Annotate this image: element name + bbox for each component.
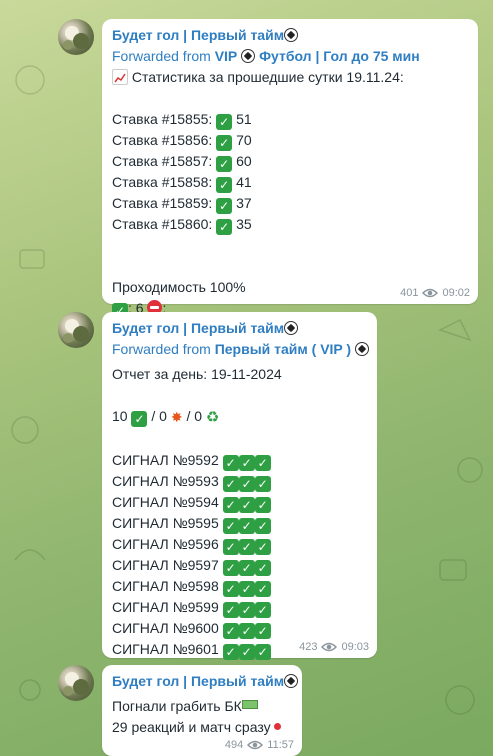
message-line: Погнали грабить БК — [112, 696, 292, 717]
message-time: 09:03 — [341, 641, 369, 653]
report-title: Отчет за день: 19-11-2024 — [112, 366, 282, 382]
message-bubble[interactable]: Будет гол | Первый тайм Forwarded from П… — [102, 312, 377, 660]
check-mark-icon: ✓ — [222, 476, 239, 492]
check-mark-icon: ✓ — [254, 539, 271, 555]
channel-avatar[interactable] — [58, 665, 94, 701]
message-time: 11:57 — [267, 739, 294, 751]
list-item: Ставка #15855: ✓ 51 — [112, 111, 252, 130]
check-mark-icon: ✓ — [238, 623, 255, 639]
list-item: СИГНАЛ №9593 ✓ ✓ ✓ — [112, 471, 367, 492]
check-mark-icon: ✓ — [238, 602, 255, 618]
check-mark-icon: ✓ — [254, 497, 271, 513]
list-item: СИГНАЛ №9596 ✓ ✓ ✓ — [112, 534, 367, 555]
check-mark-icon: ✓ — [238, 539, 255, 555]
check-mark-icon: ✓ — [238, 644, 255, 660]
check-mark-icon: ✓ — [254, 644, 271, 660]
soccer-ball-icon — [284, 674, 299, 688]
message-meta: 423 09:03 — [299, 641, 369, 653]
check-mark-icon: ✓ — [222, 623, 239, 639]
list-item: СИГНАЛ №9598 ✓ ✓ ✓ — [112, 576, 367, 597]
chart-increasing-icon — [112, 69, 128, 85]
sender-name[interactable]: Будет гол | Первый тайм — [112, 318, 367, 339]
list-item: Ставка #15858: ✓ 41 — [112, 174, 252, 193]
list-item: СИГНАЛ №9600 ✓ ✓ ✓ — [112, 618, 367, 639]
bets-list: Ставка #15855: ✓ 51 Ставка #15856: ✓ 70 … — [112, 109, 468, 235]
check-mark-icon: ✓ — [222, 518, 239, 534]
check-mark-icon: ✓ — [254, 476, 271, 492]
check-mark-icon: ✓ — [216, 156, 233, 172]
list-item: СИГНАЛ №9592 ✓ ✓ ✓ — [112, 450, 367, 471]
channel-avatar[interactable] — [58, 19, 94, 55]
check-mark-icon: ✓ — [222, 560, 239, 576]
list-item: Ставка #15860: ✓ 35 — [112, 216, 252, 235]
forward-header[interactable]: Forwarded from Первый тайм ( VIP ) — [112, 339, 369, 360]
view-count: 401 — [400, 287, 419, 299]
check-mark-icon: ✓ — [222, 581, 239, 597]
collision-icon: ✸ — [170, 410, 183, 426]
sender-name[interactable]: Будет гол | Первый тайм — [112, 25, 468, 46]
sender-name[interactable]: Будет гол | Первый тайм — [112, 671, 299, 692]
check-mark-icon: ✓ — [254, 560, 271, 576]
forward-header[interactable]: Forwarded from VIP Футбол | Гол до 75 ми… — [112, 46, 468, 67]
check-mark-icon: ✓ — [254, 602, 271, 618]
check-mark-icon: ✓ — [238, 455, 255, 471]
list-item: СИГНАЛ №9595 ✓ ✓ ✓ — [112, 513, 367, 534]
check-mark-icon: ✓ — [222, 602, 239, 618]
check-mark-icon: ✓ — [254, 455, 271, 471]
eye-icon — [422, 288, 439, 298]
soccer-ball-icon — [284, 321, 299, 335]
channel-avatar[interactable] — [58, 312, 94, 348]
check-mark-icon: ✓ — [238, 560, 255, 576]
check-mark-icon: ✓ — [254, 518, 271, 534]
message-time: 09:02 — [442, 287, 470, 299]
red-circle-icon — [273, 723, 281, 730]
view-count: 494 — [224, 739, 244, 751]
check-mark-icon: ✓ — [216, 198, 233, 214]
recycle-icon: ♻ — [205, 408, 220, 426]
result-counts: 10 ✓ / 0 ✸ / 0 ♻ — [112, 406, 367, 429]
eye-icon — [321, 642, 338, 652]
message-bubble[interactable]: Будет гол | Первый тайм Forwarded from V… — [102, 19, 478, 319]
list-item: СИГНАЛ №9594 ✓ ✓ ✓ — [112, 492, 367, 513]
check-mark-icon: ✓ — [254, 581, 271, 597]
check-mark-icon: ✓ — [216, 177, 233, 193]
check-mark-icon: ✓ — [254, 623, 271, 639]
message-line: 29 реакций и матч сразу — [112, 717, 292, 738]
list-item: СИГНАЛ №9597 ✓ ✓ ✓ — [112, 555, 367, 576]
check-mark-icon: ✓ — [216, 114, 233, 130]
check-mark-icon: ✓ — [222, 455, 239, 471]
soccer-ball-icon — [284, 28, 299, 42]
check-mark-icon: ✓ — [216, 219, 233, 235]
money-icon — [241, 700, 258, 709]
check-mark-icon: ✓ — [222, 539, 239, 555]
signals-list: СИГНАЛ №9592 ✓ ✓ ✓ СИГНАЛ №9593 ✓ ✓ ✓ СИГНАЛ… — [112, 450, 367, 660]
list-item: Ставка #15856: ✓ 70 — [112, 132, 252, 151]
check-mark-icon: ✓ — [222, 644, 239, 660]
view-count: 423 — [299, 641, 318, 653]
check-mark-icon: ✓ — [238, 497, 255, 513]
eye-icon — [247, 740, 264, 750]
check-mark-icon: ✓ — [238, 518, 255, 534]
list-item: Ставка #15859: ✓ 37 — [112, 195, 252, 214]
check-mark-icon: ✓ — [238, 581, 255, 597]
list-item: СИГНАЛ №9599 ✓ ✓ ✓ — [112, 597, 367, 618]
check-mark-icon: ✓ — [222, 497, 239, 513]
message-meta: 494 11:57 — [225, 739, 294, 751]
check-mark-icon: ✓ — [131, 411, 148, 427]
stats-title: Статистика за прошедшие сутки 19.11.24: — [112, 67, 468, 88]
list-item: Ставка #15857: ✓ 60 — [112, 153, 252, 172]
soccer-ball-icon — [241, 49, 256, 63]
message-meta: 401 09:02 — [400, 287, 470, 299]
check-mark-icon: ✓ — [238, 476, 255, 492]
message-bubble[interactable]: Будет гол | Первый тайм Погнали грабить … — [102, 665, 302, 756]
check-mark-icon: ✓ — [216, 135, 233, 151]
soccer-ball-icon — [354, 342, 369, 356]
